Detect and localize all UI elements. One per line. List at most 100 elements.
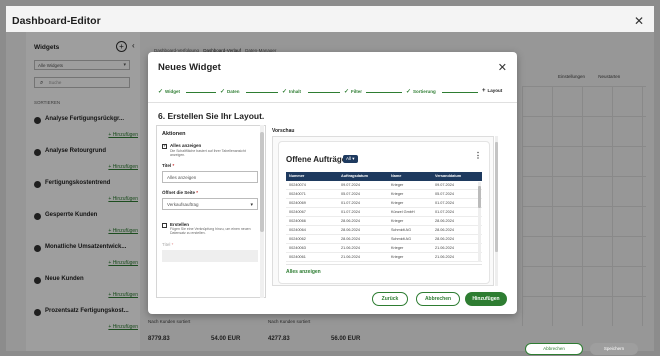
table-cell: 28.06.2024 [341, 228, 361, 232]
preview-widget-card: Offene Aufträge All ▾ ⋮ Nummer Auftragsd… [278, 141, 490, 284]
step-label: Widget [165, 89, 180, 94]
more-options-icon[interactable]: ⋮ [474, 151, 482, 160]
add-widget-button[interactable]: Hinzufügen [465, 292, 507, 306]
table-cell: 21.06.2024 [435, 246, 455, 250]
table-row[interactable]: 00240069 01.07.2024 Krieger 01.07.2024 [286, 199, 482, 208]
table-cell: 28.06.2024 [341, 237, 361, 241]
table-cell: 21.06.2024 [341, 255, 361, 259]
table-cell: 00240063 [289, 246, 306, 250]
label-text: Öffnet die Seite [162, 190, 196, 195]
table-cell: 00240062 [289, 237, 306, 241]
table-cell: 28.06.2024 [435, 237, 455, 241]
divider [148, 102, 517, 103]
table-cell: 05.07.2024 [435, 192, 455, 196]
table-cell: Krieger [391, 192, 404, 196]
table-row[interactable]: 00240063 21.06.2024 Krieger 21.06.2024 [286, 244, 482, 253]
title-field-label: Titel * [162, 163, 174, 168]
table-cell: 00240067 [289, 210, 306, 214]
step-widget[interactable]: ✓ Widget [158, 88, 180, 95]
table-cell: 00240069 [289, 201, 306, 205]
check-icon: ✓ [220, 89, 226, 95]
step-connector [308, 92, 340, 93]
table-cell: 00240061 [289, 255, 306, 259]
preview-scrollbar[interactable] [495, 142, 498, 252]
table-cell: Schmidt AG [391, 228, 412, 232]
step-data[interactable]: ✓ Daten [220, 88, 240, 95]
divider [286, 264, 482, 265]
actions-scrollbar[interactable] [260, 132, 264, 232]
step-filter[interactable]: ✓ Filter [344, 88, 362, 95]
table-row[interactable]: 00240067 01.07.2024 Künzel GmbH 01.07.2024 [286, 208, 482, 217]
table-row[interactable]: 00240064 28.06.2024 Schmidt AG 28.06.2024 [286, 226, 482, 235]
table-cell: 21.06.2024 [435, 255, 455, 259]
table-cell: Krieger [391, 255, 404, 259]
step-connector [246, 92, 278, 93]
step-layout[interactable]: + Layout [482, 88, 502, 94]
table-cell: Krieger [391, 219, 404, 223]
table-row[interactable]: 00240062 28.06.2024 Schmidt AG 28.06.2024 [286, 235, 482, 244]
chevron-down-icon: ▾ [250, 202, 253, 208]
column-header[interactable]: Versanddatum [432, 172, 478, 181]
title2-input-disabled [162, 250, 258, 262]
show-all-label: Alles anzeigen [170, 143, 202, 148]
open-page-value: Verkaufsauftrag [167, 202, 199, 207]
required-marker: * [172, 163, 175, 168]
current-step-icon: + [482, 88, 486, 94]
table-row[interactable]: 00240066 28.06.2024 Krieger 28.06.2024 [286, 217, 482, 226]
show-all-link[interactable]: Alles anzeigen [286, 269, 321, 275]
table-cell: 01.07.2024 [341, 210, 361, 214]
step-label: Filter [351, 89, 363, 94]
table-cell: 05.07.2024 [341, 192, 361, 196]
table-row[interactable]: 00240074 09.07.2024 Krieger 09.07.2024 [286, 181, 482, 190]
table-row[interactable]: 00240071 05.07.2024 Krieger 05.07.2024 [286, 190, 482, 199]
filter-badge[interactable]: All ▾ [343, 155, 358, 163]
step-label: Daten [227, 89, 240, 94]
new-widget-dialog: Neues Widget ✕ ✓ Widget ✓ Daten ✓ Inhalt ✓ F… [148, 52, 517, 314]
check-icon: ✓ [344, 89, 350, 95]
step-content[interactable]: ✓ Inhalt [282, 88, 301, 95]
widget-card-title: Offene Aufträge [286, 155, 347, 164]
actions-heading: Aktionen [162, 131, 186, 137]
column-header[interactable]: Name [388, 172, 432, 181]
editor-save-button[interactable]: Speichern [590, 343, 638, 355]
step-label: Sortierung [413, 89, 436, 94]
table-body: 00240074 09.07.2024 Krieger 09.07.2024 00240… [286, 181, 482, 262]
table-row[interactable]: 00240061 21.06.2024 Krieger 21.06.2024 [286, 253, 482, 262]
table-cell: 01.07.2024 [341, 201, 361, 205]
step-sorting[interactable]: ✓ Sortierung [406, 88, 436, 95]
preview-label: Vorschau [272, 128, 295, 134]
back-button[interactable]: Zurück [372, 292, 408, 306]
table-cell: Künzel GmbH [391, 210, 415, 214]
check-icon: ✓ [406, 89, 412, 95]
step-connector [442, 92, 478, 93]
editor-cancel-button[interactable]: Abbrechen [525, 343, 583, 355]
table-cell: 28.06.2024 [341, 219, 361, 223]
create-description: Fügen Sie eine Verknüpfung hinzu, um ein… [170, 227, 251, 235]
step-connector [186, 92, 216, 93]
table-cell: Schmidt AG [391, 237, 412, 241]
table-cell: 00240071 [289, 192, 306, 196]
editor-close-icon[interactable]: ✕ [634, 14, 644, 28]
show-all-checkbox[interactable]: ✓ [162, 144, 167, 149]
open-page-label: Öffnet die Seite * [162, 190, 198, 195]
table-scrollbar[interactable] [478, 186, 481, 208]
dialog-title: Neues Widget [158, 62, 221, 73]
check-icon: ✓ [158, 89, 164, 95]
table-cell: 01.07.2024 [435, 201, 455, 205]
column-header[interactable]: Auftragsdatum [338, 172, 388, 181]
table-cell: 00240064 [289, 228, 306, 232]
step-label: Inhalt [289, 89, 302, 94]
create-checkbox[interactable] [162, 223, 167, 228]
actions-panel: Aktionen ✓ Alles anzeigen Die Schaltfläc… [156, 125, 266, 298]
table-cell: 28.06.2024 [435, 228, 455, 232]
cancel-button[interactable]: Abbrechen [416, 292, 460, 306]
column-header[interactable]: Nummer [286, 172, 338, 181]
close-icon[interactable]: ✕ [498, 61, 507, 74]
table-cell: 00240074 [289, 183, 306, 187]
table-cell: 00240066 [289, 219, 306, 223]
label-text: Titel [162, 163, 172, 168]
open-page-select[interactable]: Verkaufsauftrag ▾ [162, 198, 258, 210]
title-input[interactable]: Alles anzeigen [162, 171, 258, 183]
table-cell: 09.07.2024 [341, 183, 361, 187]
orders-table: Nummer Auftragsdatum Name Versanddatum 0… [286, 172, 482, 262]
